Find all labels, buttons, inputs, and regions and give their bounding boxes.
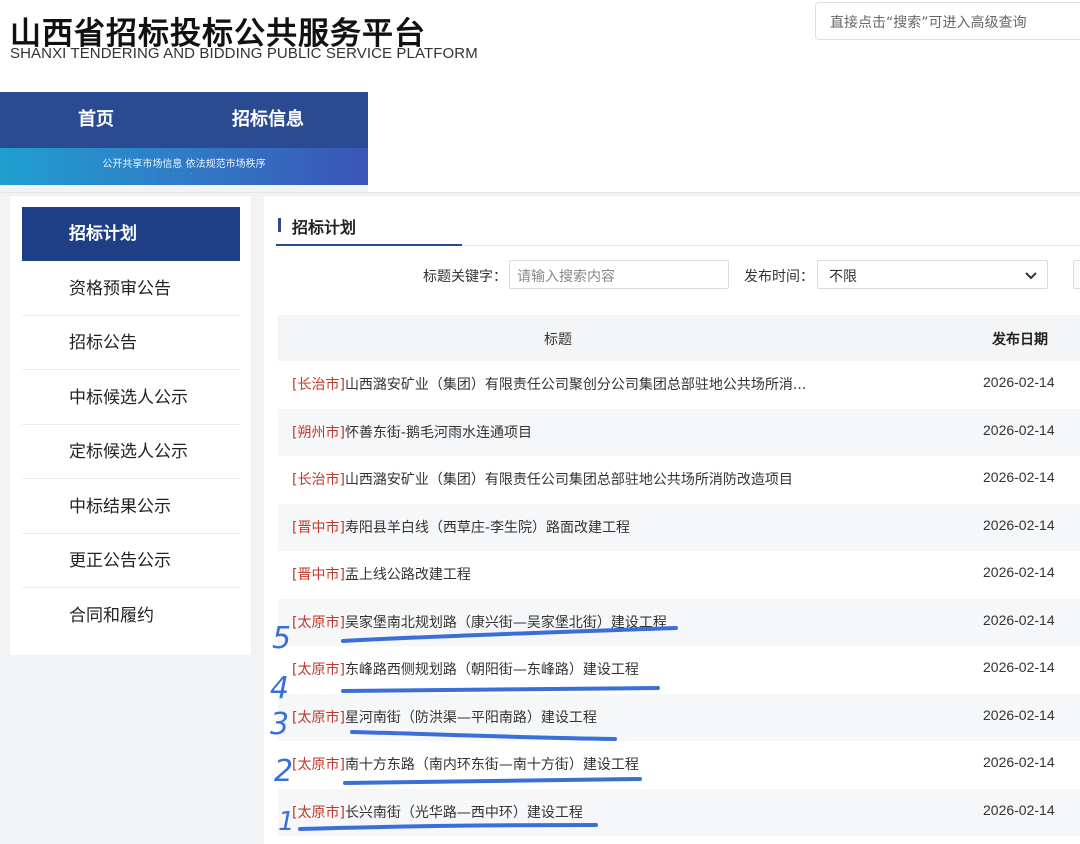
publish-time-label: 发布时间： [744,269,814,285]
row-city: [晋中市] [292,567,345,583]
page-root: 山西省招标投标公共服务平台 SHANXI TENDERING AND BIDDI… [0,0,1080,844]
row-title-link[interactable]: [太原市]星河南街（防洪渠—平阳南路）建设工程 [292,707,597,727]
row-title-link[interactable]: [晋中市]寿阳县羊白线（西草庄-李生院）路面改建工程 [292,517,630,537]
main-nav: 首页 招标信息 [0,92,368,148]
row-city: [晋中市] [292,519,345,536]
search-button[interactable] [1073,260,1080,289]
row-date: 2026-02-14 [983,611,1055,628]
section-tab: 招标计划 [276,206,462,246]
sidebar-item-prequalification[interactable]: 资格预审公告 [22,262,240,316]
table-row[interactable]: [太原市]星河南街（防洪渠—平阳南路）建设工程 2026-02-14 [278,693,1080,741]
row-date: 2026-02-14 [983,801,1055,818]
row-title-link[interactable]: [太原市]长兴南街（光华路—西中环）建设工程 [292,802,583,822]
row-date: 2026-02-14 [983,706,1055,723]
site-header: 山西省招标投标公共服务平台 SHANXI TENDERING AND BIDDI… [0,0,1080,92]
keyword-label: 标题关键字： [423,269,507,285]
section-rule [462,245,1080,246]
row-title: 寿阳县羊白线（西草庄-李生院）路面改建工程 [344,519,630,536]
row-title: 星河南街（防洪渠—平阳南路）建设工程 [344,709,597,726]
nav-item-home[interactable]: 首页 [78,92,114,148]
sidebar-item-correction-notice[interactable]: 更正公告公示 [22,534,240,588]
search-input[interactable]: 直接点击“搜索”可进入高级查询 [815,2,1080,40]
table-row[interactable]: [太原市]吴家堡南北规划路（康兴街—吴家堡北街）建设工程 2026-02-14 [278,598,1080,646]
row-date: 2026-02-14 [983,516,1055,533]
row-title: 长兴南街（光华路—西中环）建设工程 [344,804,583,821]
row-title-link[interactable]: [太原市]南十方东路（南内环东街—南十方街）建设工程 [292,754,639,774]
sidebar: 招标计划 资格预审公告 招标公告 中标候选人公示 定标候选人公示 中标结果公示 … [10,196,251,655]
section-title: 招标计划 [292,218,357,237]
row-city: [长治市] [292,472,345,488]
row-title: 南十方东路（南内环东街—南十方街）建设工程 [344,757,639,773]
nav-banner: 公开共享市场信息 依法规范市场秩序 · · · [0,148,368,185]
sidebar-item-award-results[interactable]: 中标结果公示 [22,480,240,534]
nav-item-bidding-info[interactable]: 招标信息 [232,92,304,148]
row-city: [太原市] [292,614,345,631]
publish-time-select[interactable]: 不限 [817,260,1048,289]
table-row[interactable]: [太原市]南十方东路（南内环东街—南十方街）建设工程 2026-02-14 [278,741,1080,789]
publish-time-value: 不限 [829,269,857,285]
row-city: [太原市] [292,709,345,726]
site-subtitle: SHANXI TENDERING AND BIDDING PUBLIC SERV… [10,45,478,62]
row-title: 山西潞安矿业（集团）有限责任公司集团总部驻地公共场所消防改造项目 [344,472,793,488]
table-row[interactable]: [朔州市]怀善东街-鹅毛河雨水连通项目 2026-02-14 [278,408,1080,456]
table-row[interactable]: [长治市]山西潞安矿业（集团）有限责任公司聚创分公司集团总部驻地公共场所消...… [278,361,1080,409]
row-date: 2026-02-14 [983,564,1055,580]
table-row[interactable]: [长治市]山西潞安矿业（集团）有限责任公司集团总部驻地公共场所消防改造项目 20… [278,456,1080,504]
sidebar-item-tender-notice[interactable]: 招标公告 [22,316,240,370]
row-city: [太原市] [292,662,345,678]
row-title: 盂上线公路改建工程 [344,567,471,583]
row-city: [朔州市] [292,424,345,441]
table-header: 标题 发布日期 [278,315,1080,361]
table-body: [长治市]山西潞安矿业（集团）有限责任公司聚创分公司集团总部驻地公共场所消...… [278,361,1080,836]
row-city: [长治市] [292,377,345,393]
table-row[interactable]: [太原市]东峰路西侧规划路（朝阳街—东峰路）建设工程 2026-02-14 [278,646,1080,694]
sidebar-item-winning-candidates[interactable]: 中标候选人公示 [22,371,240,425]
header-divider [0,192,1080,193]
row-title: 山西潞安矿业（集团）有限责任公司聚创分公司集团总部驻地公共场所消... [344,377,807,393]
banner-slogan: 公开共享市场信息 依法规范市场秩序 [102,159,266,170]
row-title-link[interactable]: [长治市]山西潞安矿业（集团）有限责任公司集团总部驻地公共场所消防改造项目 [292,469,793,489]
column-header-date: 发布日期 [992,332,1048,348]
row-title-link[interactable]: [长治市]山西潞安矿业（集团）有限责任公司聚创分公司集团总部驻地公共场所消... [292,374,806,394]
row-title-link[interactable]: [晋中市]盂上线公路改建工程 [292,564,471,584]
sidebar-item-bid-plan[interactable]: 招标计划 [22,207,240,261]
sidebar-item-contract-performance[interactable]: 合同和履约 [22,589,240,643]
row-date: 2026-02-14 [983,421,1055,438]
table-row[interactable]: [晋中市]寿阳县羊白线（西草庄-李生院）路面改建工程 2026-02-14 [278,503,1080,551]
table-row[interactable]: [晋中市]盂上线公路改建工程 2026-02-14 [278,551,1080,599]
row-title-link[interactable]: [太原市]东峰路西侧规划路（朝阳街—东峰路）建设工程 [292,659,639,679]
row-title: 吴家堡南北规划路（康兴街—吴家堡北街）建设工程 [344,614,667,631]
section-marker [278,218,281,232]
row-city: [太原市] [292,757,345,773]
row-date: 2026-02-14 [983,659,1055,675]
chevron-down-icon [1025,272,1037,280]
row-title-link[interactable]: [太原市]吴家堡南北规划路（康兴街—吴家堡北街）建设工程 [292,612,667,632]
banner-small-text: · · · [172,171,196,177]
row-city: [太原市] [292,804,345,821]
row-date: 2026-02-14 [983,754,1055,770]
row-title: 怀善东街-鹅毛河雨水连通项目 [344,424,532,441]
keyword-input[interactable]: 请输入搜索内容 [509,260,729,289]
column-header-title: 标题 [544,332,572,348]
header-blank-area [368,92,1080,192]
table-row[interactable]: [太原市]长兴南街（光华路—西中环）建设工程 2026-02-14 [278,788,1080,836]
row-date: 2026-02-14 [983,374,1055,390]
row-title-link[interactable]: [朔州市]怀善东街-鹅毛河雨水连通项目 [292,422,532,442]
row-date: 2026-02-14 [983,469,1055,485]
sidebar-item-award-candidates[interactable]: 定标候选人公示 [22,425,240,479]
main-content: 招标计划 标题关键字： 请输入搜索内容 发布时间： 不限 标题 发布日期 [长治… [264,196,1080,844]
row-title: 东峰路西侧规划路（朝阳街—东峰路）建设工程 [344,662,639,678]
